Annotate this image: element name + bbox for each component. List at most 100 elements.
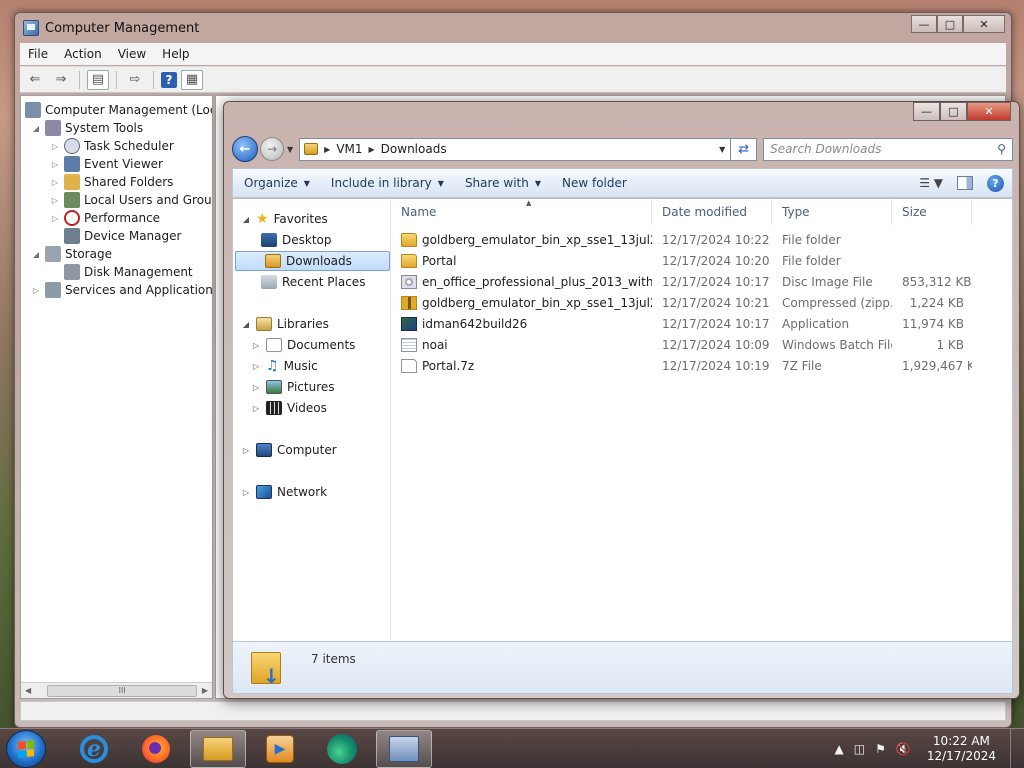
forward-arrow-icon[interactable]: ⇒ [50,70,72,90]
help-icon[interactable]: ? [987,174,1004,192]
back-button[interactable]: ← [232,136,258,162]
action-center-flag-icon[interactable]: ⚑ [875,742,886,756]
minimize-button[interactable]: — [911,15,937,33]
expand-arrow-icon[interactable]: ▷ [241,488,251,497]
file-name-cell[interactable]: goldberg_emulator_bin_xp_sse1_13jul2020 [391,295,652,310]
table-row[interactable]: Portal.7z 12/17/2024 10:19 ... 7Z File 1,92… [391,355,1012,376]
new-folder-button[interactable]: New folder [551,176,637,190]
tree-item-storage[interactable]: ◢ Storage [31,245,112,263]
table-row[interactable]: idman642build26 12/17/2024 10:17 ... Appli… [391,313,1012,334]
expand-arrow-icon[interactable]: ▷ [50,214,60,223]
address-bar[interactable]: ▶ VM1 ▶ Downloads ▼ [299,137,732,161]
file-name-cell[interactable]: Portal [391,253,652,268]
nav-pictures[interactable]: ▷ Pictures [251,377,335,397]
table-row[interactable]: noai 12/17/2024 10:09 ... Windows Batch Fi… [391,334,1012,355]
collapse-arrow-icon[interactable]: ◢ [241,320,251,329]
action-pane-icon[interactable]: ▦ [181,69,203,90]
table-row[interactable]: en_office_professional_plus_2013_with_s.… [391,271,1012,292]
search-input[interactable]: Search Downloads ⚲ [763,137,1013,161]
expand-arrow-icon[interactable]: ▷ [241,446,251,455]
back-arrow-icon[interactable]: ⇐ [24,70,46,90]
nav-documents[interactable]: ▷ Documents [251,335,355,355]
maximize-button[interactable]: □ [940,102,967,121]
scroll-left-icon[interactable]: ◀ [21,686,31,695]
clock[interactable]: 10:22 AM 12/17/2024 [921,734,1002,764]
nav-favorites[interactable]: ◢ ★ Favorites [241,209,328,229]
taskbar-windows-explorer[interactable] [190,729,246,768]
nav-network[interactable]: ▷ Network [241,482,327,502]
column-header-size[interactable]: Size [892,199,972,225]
include-in-library-button[interactable]: Include in library ▼ [320,176,454,190]
nav-music[interactable]: ▷ ♫ Music [251,356,318,376]
search-icon[interactable]: ⚲ [997,142,1006,156]
export-list-icon[interactable]: ⇨ [124,70,146,90]
taskbar-firefox[interactable] [128,730,184,768]
nav-videos[interactable]: ▷ Videos [251,398,327,418]
file-name-cell[interactable]: Portal.7z [391,358,652,373]
taskbar-edge[interactable] [314,730,370,768]
expand-arrow-icon[interactable]: ▷ [50,178,60,187]
menu-view[interactable]: View [110,47,154,61]
column-header-name[interactable]: Name ▲ [391,199,652,225]
tree-item-shared-folders[interactable]: ▷ Shared Folders [50,173,173,191]
taskbar-media-player[interactable]: ▶ [252,730,308,768]
recent-pages-dropdown-icon[interactable]: ▼ [287,145,293,154]
tree-item-computer-management[interactable]: Computer Management (Local [25,101,212,119]
close-button[interactable]: ✕ [963,15,1005,33]
share-with-button[interactable]: Share with ▼ [454,176,551,190]
expand-arrow-icon[interactable]: ▷ [31,286,41,295]
scroll-right-icon[interactable]: ▶ [202,686,212,695]
tree-item-system-tools[interactable]: ◢ System Tools [31,119,143,137]
column-header-type[interactable]: Type [772,199,892,225]
start-button[interactable] [6,729,46,768]
show-hidden-icons-icon[interactable]: ▲ [835,742,844,756]
table-row[interactable]: Portal 12/17/2024 10:20 ... File folder [391,250,1012,271]
close-button[interactable]: ✕ [967,102,1011,121]
expand-arrow-icon[interactable]: ▷ [251,362,261,371]
collapse-arrow-icon[interactable]: ◢ [241,215,251,224]
network-icon[interactable]: ◫ [854,742,865,756]
breadcrumb-vm1[interactable]: VM1 [336,142,362,156]
scroll-thumb[interactable]: III [47,684,198,697]
tree-item-services-applications[interactable]: ▷ Services and Applications [31,281,212,299]
expand-arrow-icon[interactable]: ▷ [251,404,261,413]
expand-arrow-icon[interactable]: ▷ [251,383,261,392]
expand-arrow-icon[interactable]: ▷ [50,142,60,151]
tree-item-device-manager[interactable]: Device Manager [50,227,181,245]
tree-item-event-viewer[interactable]: ▷ Event Viewer [50,155,163,173]
chevron-right-icon[interactable]: ▶ [324,145,330,154]
maximize-button[interactable]: □ [937,15,963,33]
show-desktop-button[interactable] [1010,728,1024,768]
breadcrumb-downloads[interactable]: Downloads [381,142,447,156]
file-name-cell[interactable]: en_office_professional_plus_2013_with_s.… [391,274,652,289]
taskbar-computer-management[interactable] [376,729,432,768]
minimize-button[interactable]: — [913,102,940,121]
menu-help[interactable]: Help [154,47,197,61]
nav-downloads[interactable]: Downloads [235,251,390,271]
tree-item-performance[interactable]: ▷ Performance [50,209,160,227]
taskbar-internet-explorer[interactable]: e [66,730,122,768]
file-name-cell[interactable]: noai [391,337,652,352]
collapse-arrow-icon[interactable]: ◢ [31,250,41,259]
table-row[interactable]: goldberg_emulator_bin_xp_sse1_13jul2020 1… [391,292,1012,313]
nav-desktop[interactable]: Desktop [261,230,332,250]
address-dropdown-icon[interactable]: ▼ [714,145,730,154]
organize-button[interactable]: Organize ▼ [233,176,320,190]
horizontal-scrollbar[interactable]: ◀ III ▶ [21,682,212,698]
forward-button[interactable]: → [260,137,284,161]
tree-item-local-users-groups[interactable]: ▷ Local Users and Groups [50,191,212,209]
tree-item-task-scheduler[interactable]: ▷ Task Scheduler [50,137,174,155]
nav-computer[interactable]: ▷ Computer [241,440,337,460]
menu-file[interactable]: File [20,47,56,61]
nav-recent-places[interactable]: Recent Places [261,272,365,292]
refresh-button[interactable]: ⇄ [731,137,758,161]
expand-arrow-icon[interactable]: ▷ [251,341,261,350]
file-name-cell[interactable]: idman642build26 [391,316,652,331]
preview-pane-icon[interactable] [957,176,973,190]
show-hide-tree-icon[interactable]: ▤ [87,69,109,90]
table-row[interactable]: goldberg_emulator_bin_xp_sse1_13jul2020 1… [391,229,1012,250]
tree-item-disk-management[interactable]: Disk Management [50,263,193,281]
expand-arrow-icon[interactable]: ▷ [50,196,60,205]
collapse-arrow-icon[interactable]: ◢ [31,124,41,133]
chevron-right-icon[interactable]: ▶ [369,145,375,154]
